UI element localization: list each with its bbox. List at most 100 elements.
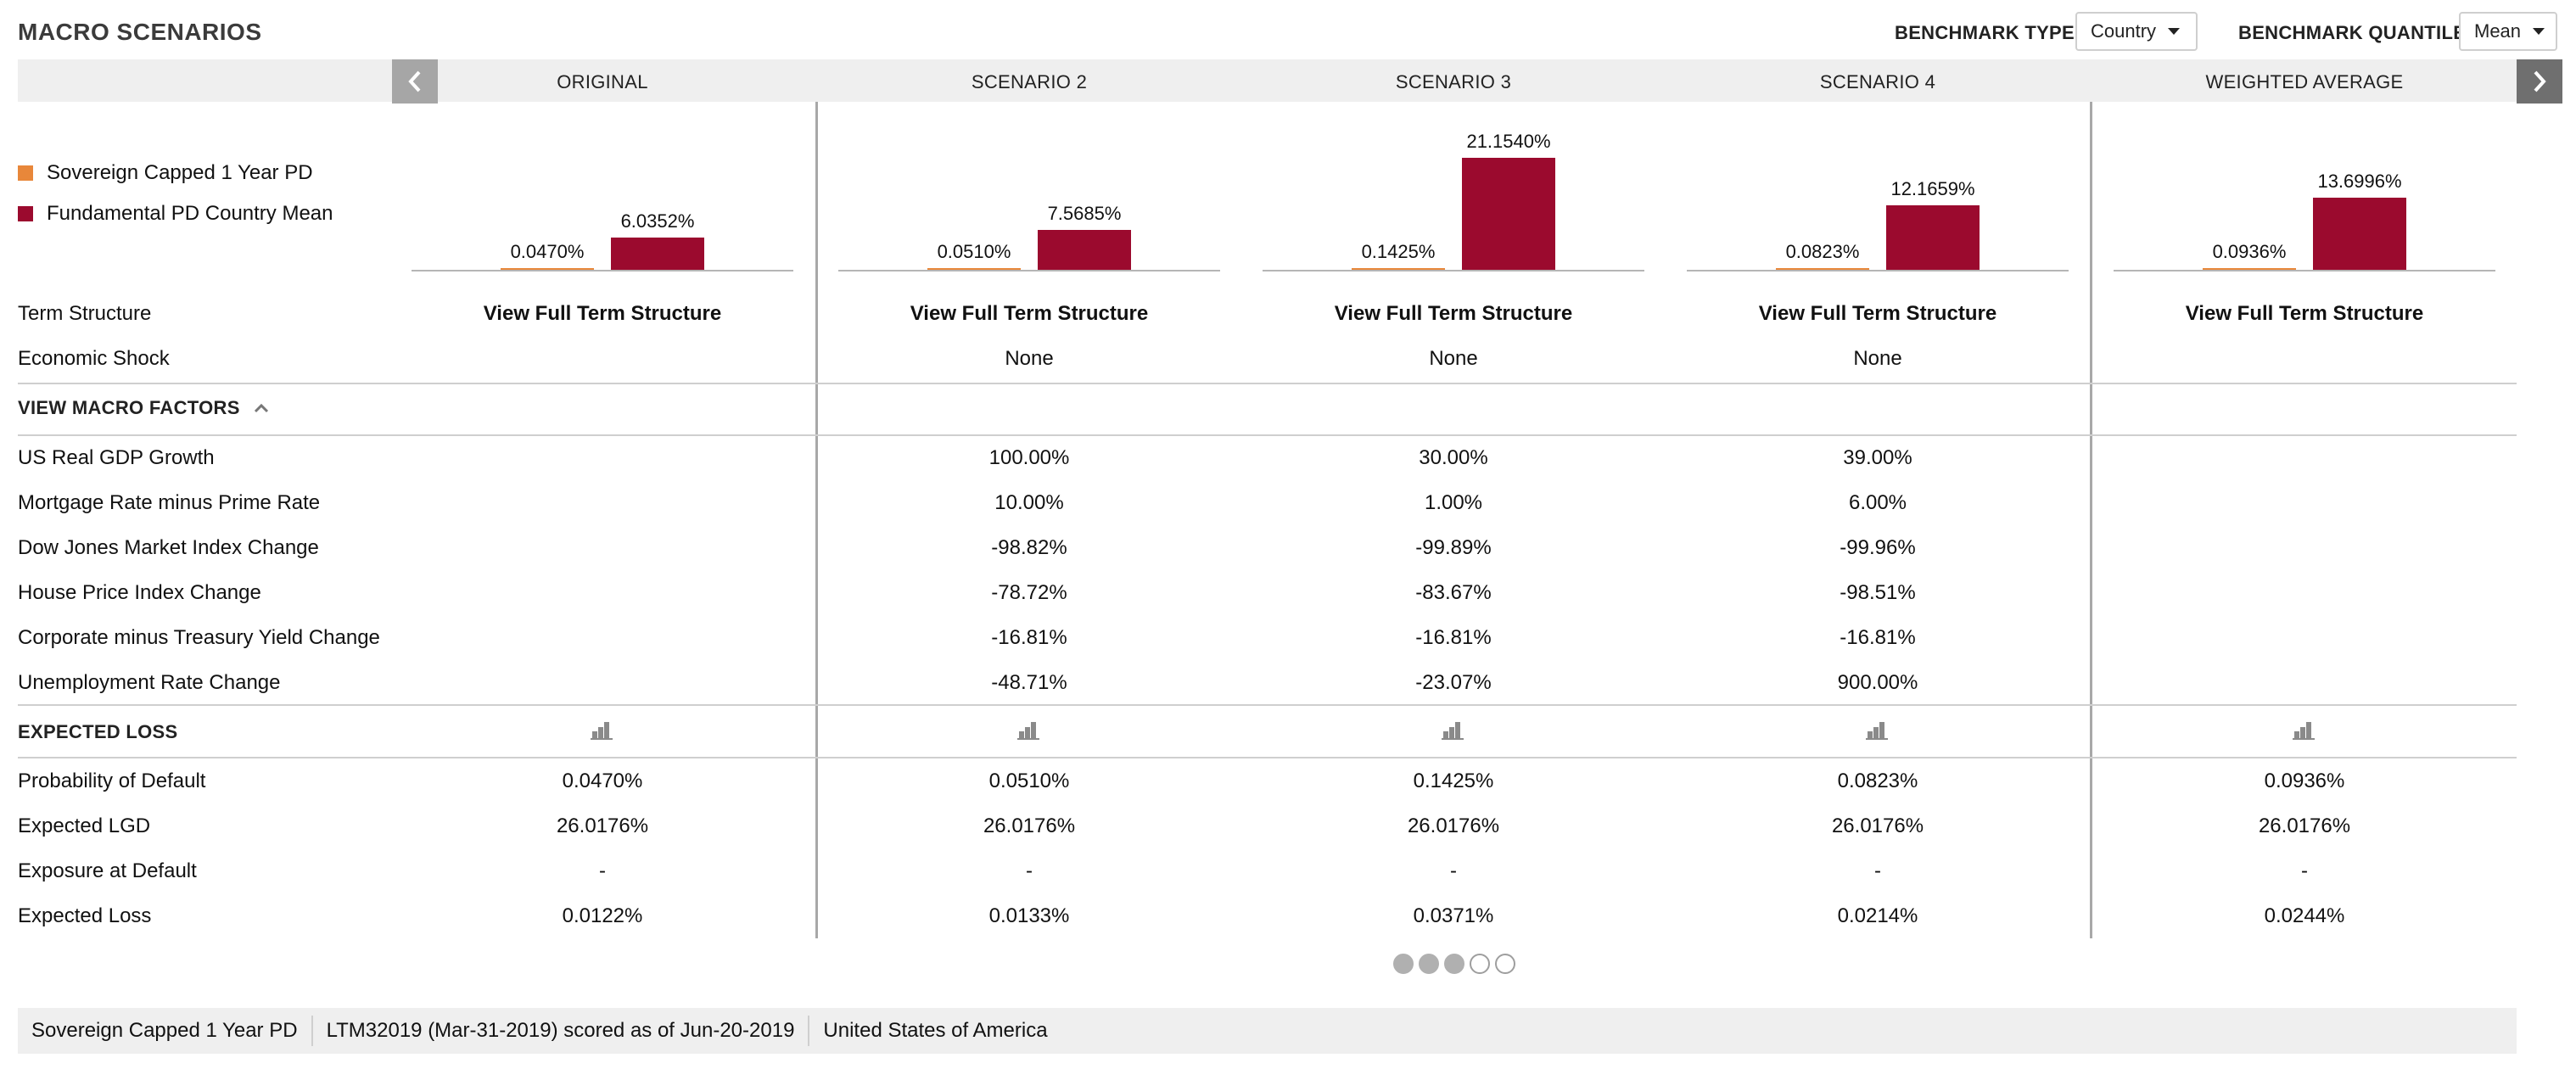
pd-bar-chart: 0.0823% 12.1659% — [1687, 119, 2069, 271]
legend-item-fundamental: Fundamental PD Country Mean — [18, 202, 333, 226]
pagination-dot[interactable] — [1470, 954, 1490, 974]
bar-value-label: 0.1425% — [1361, 241, 1436, 262]
expected-loss-value: 0.0244% — [2264, 904, 2345, 927]
benchmark-type-value: Country — [2091, 20, 2157, 42]
chart-baseline — [412, 270, 793, 271]
macro-factor-label: Corporate minus Treasury Yield Change — [18, 626, 380, 649]
view-term-structure-link[interactable]: View Full Term Structure — [1666, 302, 2090, 326]
macro-factor-value: 6.00% — [1848, 491, 1907, 514]
macro-factor-label: Dow Jones Market Index Change — [18, 536, 319, 559]
divider — [18, 383, 2517, 384]
chart-baseline — [1263, 270, 1644, 271]
macro-factor-label: Unemployment Rate Change — [18, 671, 281, 694]
macro-factor-value: 10.00% — [994, 491, 1064, 514]
benchmark-type-label: BENCHMARK TYPE — [1895, 22, 2075, 43]
expected-loss-value: 26.0176% — [983, 814, 1076, 837]
expected-loss-value: 0.0122% — [562, 904, 643, 927]
term-structure-label: Term Structure — [18, 302, 152, 325]
caret-down-icon — [2533, 28, 2545, 35]
column-divider — [2090, 102, 2092, 938]
footer-country: United States of America — [823, 1019, 1048, 1042]
footer-score-date: LTM32019 (Mar-31-2019) scored as of Jun-… — [313, 1016, 810, 1046]
expected-loss-value: 0.0133% — [988, 904, 1070, 927]
bar-value-label: 21.1540% — [1466, 131, 1551, 152]
page-title: MACRO SCENARIOS — [18, 19, 262, 45]
sovereign-pd-bar — [1352, 268, 1445, 270]
benchmark-quantile-label: BENCHMARK QUANTILE — [2238, 22, 2467, 43]
footer-info-bar: Sovereign Capped 1 Year PD LTM32019 (Mar… — [18, 1008, 2517, 1054]
fundamental-pd-bar — [1886, 205, 1980, 270]
bar-chart-icon[interactable] — [1442, 719, 1465, 740]
chart-baseline — [1687, 270, 2069, 271]
bar-chart-icon[interactable] — [591, 719, 614, 740]
economic-shock-value: None — [1429, 347, 1478, 370]
macro-factor-value: -83.67% — [1415, 581, 1492, 604]
pagination-dots — [1393, 954, 1515, 974]
expected-loss-label: Expected Loss — [18, 904, 152, 927]
macro-factor-value: -98.82% — [991, 536, 1067, 559]
pagination-dot[interactable] — [1495, 954, 1515, 974]
divider — [18, 757, 2517, 758]
macro-factor-value: 100.00% — [988, 446, 1070, 469]
chevron-up-icon — [254, 403, 268, 413]
fundamental-pd-bar — [1038, 229, 1131, 270]
expected-loss-value: 0.0214% — [1837, 904, 1918, 927]
chart-baseline — [2114, 270, 2495, 271]
view-term-structure-link[interactable]: View Full Term Structure — [1241, 302, 1666, 326]
pd-bar-chart: 0.0510% 7.5685% — [838, 119, 1220, 271]
column-header-scenario-4: SCENARIO 4 — [1819, 71, 1936, 92]
macro-factor-value: 900.00% — [1837, 671, 1918, 694]
macro-factor-value: -48.71% — [991, 671, 1067, 694]
economic-shock-value: None — [1853, 347, 1902, 370]
view-term-structure-link[interactable]: View Full Term Structure — [817, 302, 1241, 326]
expected-loss-value: 26.0176% — [1831, 814, 1924, 837]
macro-factor-value: 39.00% — [1843, 446, 1912, 469]
view-term-structure-link[interactable]: View Full Term Structure — [2092, 302, 2517, 326]
next-scenario-button[interactable] — [2517, 59, 2562, 104]
macro-factor-value: 1.00% — [1424, 491, 1483, 514]
expected-loss-value: 0.0936% — [2264, 770, 2345, 792]
expected-loss-value: - — [1450, 859, 1457, 882]
view-macro-factors-toggle[interactable]: VIEW MACRO FACTORS — [18, 397, 269, 419]
sovereign-pd-bar — [2203, 268, 2296, 270]
bar-chart-icon[interactable] — [1017, 719, 1041, 740]
chevron-right-icon — [2534, 70, 2546, 92]
macro-factor-label: Mortgage Rate minus Prime Rate — [18, 491, 321, 514]
view-term-structure-link[interactable]: View Full Term Structure — [390, 302, 815, 326]
expected-loss-header: EXPECTED LOSS — [18, 721, 178, 742]
macro-factors-header: VIEW MACRO FACTORS — [18, 397, 240, 418]
sovereign-pd-bar — [1776, 268, 1869, 270]
benchmark-type-select[interactable]: Country — [2075, 12, 2198, 51]
macro-factor-value: -16.81% — [1415, 626, 1492, 649]
bar-chart-icon[interactable] — [1866, 719, 1890, 740]
macro-factor-value: -16.81% — [1840, 626, 1916, 649]
column-header-weighted-average: WEIGHTED AVERAGE — [2205, 71, 2404, 92]
expected-loss-label: Probability of Default — [18, 770, 206, 792]
macro-factor-value: -16.81% — [991, 626, 1067, 649]
bar-chart-icon[interactable] — [2293, 719, 2316, 740]
column-divider — [815, 102, 818, 938]
chart-baseline — [838, 270, 1220, 271]
divider — [18, 434, 2517, 436]
macro-factor-value: -78.72% — [991, 581, 1067, 604]
macro-factor-value: -23.07% — [1415, 671, 1492, 694]
benchmark-quantile-value: Mean — [2474, 20, 2522, 42]
footer-model: Sovereign Capped 1 Year PD — [18, 1016, 313, 1046]
expected-loss-label: Exposure at Default — [18, 859, 197, 882]
sovereign-pd-bar — [501, 268, 594, 270]
expected-loss-label: Expected LGD — [18, 814, 151, 837]
pagination-dot[interactable] — [1444, 954, 1464, 974]
expected-loss-value: 26.0176% — [556, 814, 649, 837]
expected-loss-value: - — [599, 859, 606, 882]
legend-swatch — [18, 165, 33, 181]
fundamental-pd-bar — [2313, 197, 2406, 270]
caret-down-icon — [2168, 28, 2181, 35]
legend-swatch — [18, 206, 33, 221]
pagination-dot[interactable] — [1393, 954, 1414, 974]
column-header-scenario-2: SCENARIO 2 — [971, 71, 1088, 92]
pagination-dot[interactable] — [1419, 954, 1439, 974]
bar-value-label: 0.0823% — [1785, 241, 1860, 262]
benchmark-quantile-select[interactable]: Mean — [2459, 12, 2557, 51]
macro-factor-label: House Price Index Change — [18, 581, 261, 604]
expected-loss-value: 0.0823% — [1837, 770, 1918, 792]
